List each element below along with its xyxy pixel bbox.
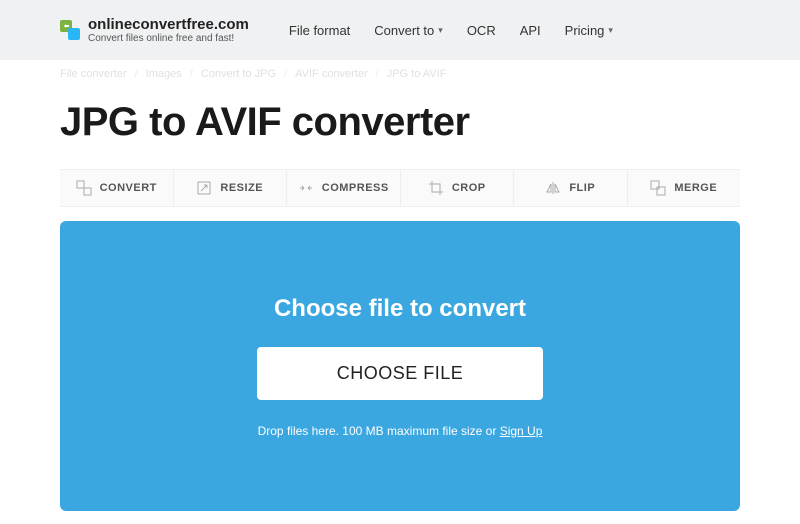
toolbar: CONVERT RESIZE COMPRESS CROP FLIP MERGE (60, 169, 740, 207)
resize-icon (196, 180, 212, 196)
tool-label: CROP (452, 182, 486, 194)
tool-label: COMPRESS (322, 182, 389, 194)
logo-subtitle: Convert files online free and fast! (88, 33, 249, 44)
tool-resize[interactable]: RESIZE (174, 170, 288, 206)
choose-file-button[interactable]: CHOOSE FILE (257, 347, 544, 400)
nav-label: File format (289, 23, 350, 38)
drop-title: Choose file to convert (274, 295, 526, 323)
nav-pricing[interactable]: Pricing▾ (565, 23, 613, 38)
nav-label: OCR (467, 23, 496, 38)
breadcrumb-sep: / (376, 68, 379, 80)
tool-label: MERGE (674, 182, 717, 194)
signup-link[interactable]: Sign Up (500, 424, 543, 438)
nav-api[interactable]: API (520, 23, 541, 38)
nav-convert-to[interactable]: Convert to ▾ (374, 23, 443, 38)
tool-label: CONVERT (100, 182, 157, 194)
page-title: JPG to AVIF converter (0, 80, 800, 169)
flip-icon (545, 180, 561, 196)
breadcrumb-item: JPG to AVIF (387, 68, 447, 80)
breadcrumb-sep: / (284, 68, 287, 80)
breadcrumb: File converter/ Images/ Convert to JPG/ … (0, 60, 800, 80)
drop-hint: Drop files here. 100 MB maximum file siz… (258, 424, 543, 438)
tool-compress[interactable]: COMPRESS (287, 170, 401, 206)
tool-label: FLIP (569, 182, 595, 194)
merge-icon (650, 180, 666, 196)
drop-hint-text: Drop files here. 100 MB maximum file siz… (258, 424, 500, 438)
breadcrumb-item[interactable]: Images (146, 68, 182, 80)
chevron-down-icon: ▾ (608, 25, 613, 36)
compress-icon (298, 180, 314, 196)
convert-icon (76, 180, 92, 196)
nav-label: Convert to (374, 23, 434, 38)
nav-label: API (520, 23, 541, 38)
crop-icon (428, 180, 444, 196)
breadcrumb-item[interactable]: Convert to JPG (201, 68, 276, 80)
breadcrumb-sep: / (190, 68, 193, 80)
breadcrumb-item[interactable]: AVIF converter (295, 68, 368, 80)
nav-file-format[interactable]: File format (289, 23, 350, 38)
nav: File format Convert to▾ OCR API Pricing▾ (289, 23, 613, 38)
nav-ocr[interactable]: OCR (467, 23, 496, 38)
drop-zone[interactable]: Choose file to convert CHOOSE FILE Drop … (60, 221, 740, 511)
nav-label: Pricing (565, 23, 605, 38)
tool-flip[interactable]: FLIP (514, 170, 628, 206)
chevron-down-icon: ▾ (438, 25, 443, 36)
tool-crop[interactable]: CROP (401, 170, 515, 206)
tool-convert[interactable]: CONVERT (60, 170, 174, 206)
logo-icon (60, 20, 80, 40)
tool-merge[interactable]: MERGE (628, 170, 741, 206)
tool-label: RESIZE (220, 182, 263, 194)
breadcrumb-item[interactable]: File converter (60, 68, 127, 80)
header: onlineconvertfree.com Convert files onli… (0, 0, 800, 60)
logo-title: onlineconvertfree.com (88, 16, 249, 33)
logo[interactable]: onlineconvertfree.com Convert files onli… (60, 16, 249, 44)
breadcrumb-sep: / (135, 68, 138, 80)
